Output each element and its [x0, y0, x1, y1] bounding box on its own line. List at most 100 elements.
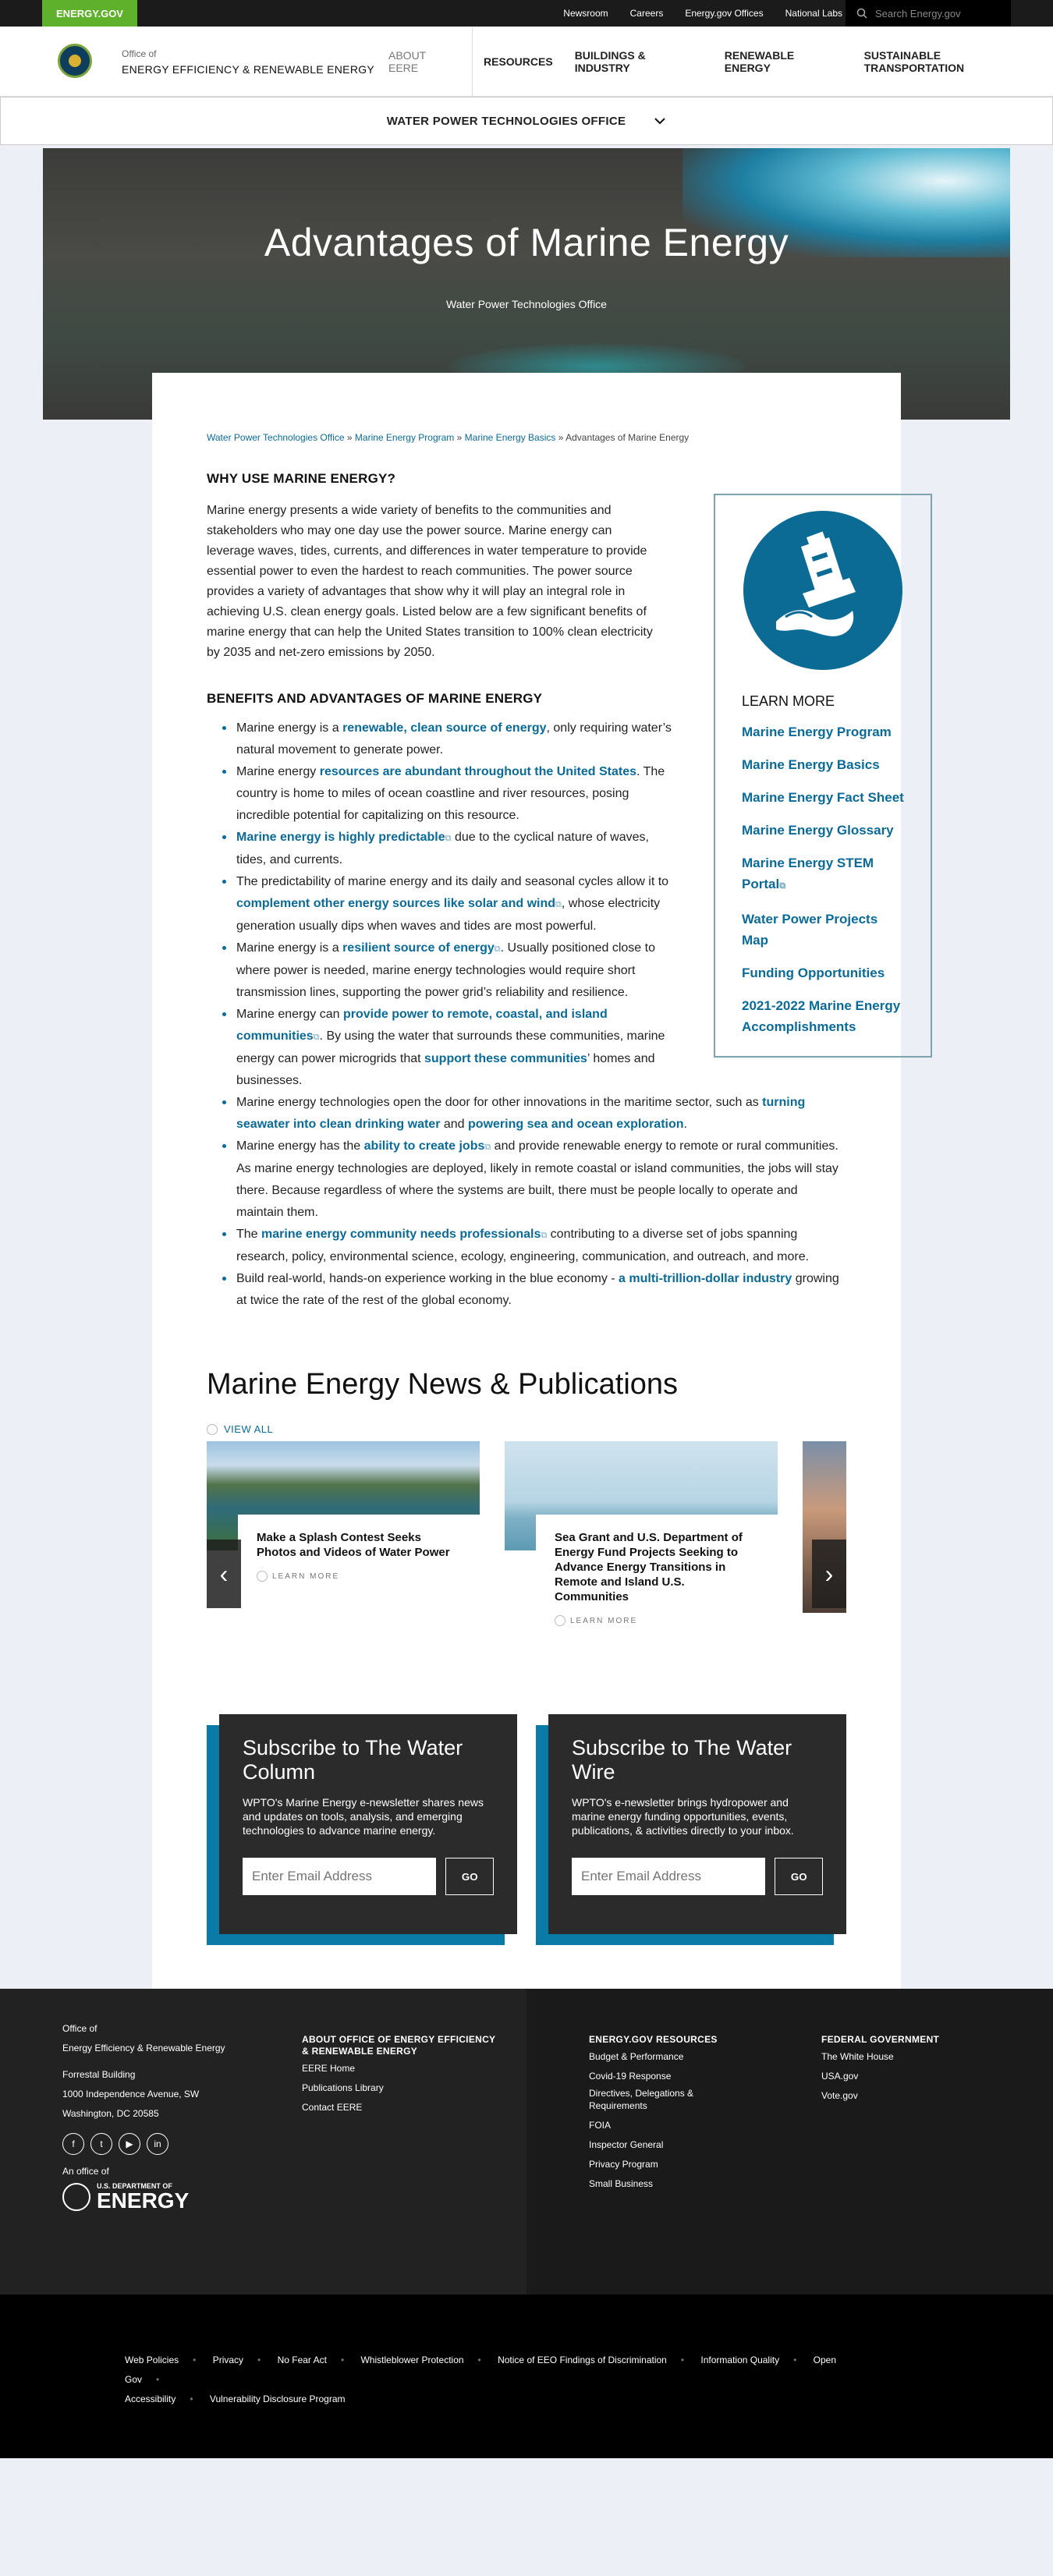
news-card[interactable]: Make a Splash Contest Seeks Photos and V…	[207, 1441, 480, 1589]
footer-link[interactable]: Covid-19 Response	[589, 2068, 745, 2085]
benefit-link[interactable]: renewable, clean source of energy	[342, 721, 546, 735]
twitter-icon[interactable]: t	[90, 2133, 112, 2155]
list-item: Build real-world, hands-on experience wo…	[207, 1268, 846, 1312]
footer-link[interactable]: Vote.gov	[821, 2087, 977, 2104]
benefit-link[interactable]: powering sea and ocean exploration	[468, 1118, 684, 1131]
news-card[interactable]: Sea Grant and U.S. Department of Energy …	[505, 1441, 778, 1634]
footer-office-name[interactable]: Energy Efficiency & Renewable Energy	[62, 2039, 281, 2057]
buoy-icon	[743, 511, 902, 670]
utility-links: Newsroom Careers Energy.gov Offices Nati…	[563, 0, 842, 27]
news-card-title: Sea Grant and U.S. Department of Energy …	[555, 1531, 743, 1603]
external-link-icon: ⧉	[494, 944, 501, 954]
legal-link[interactable]: Vulnerability Disclosure Program	[210, 2394, 346, 2404]
youtube-icon[interactable]: ▶	[119, 2133, 140, 2155]
view-all-label: VIEW ALL	[224, 1423, 274, 1435]
carousel-prev-button[interactable]: ‹	[207, 1540, 241, 1608]
legal-link[interactable]: No Fear Act	[278, 2355, 327, 2365]
learn-more-heading: LEARN MORE	[742, 693, 835, 709]
labs-link[interactable]: National Labs	[785, 8, 842, 19]
learn-link-stem-portal[interactable]: Marine Energy STEM Portal⧉	[742, 852, 904, 897]
benefit-link[interactable]: complement other energy sources like sol…	[236, 897, 555, 910]
legal-link[interactable]: Accessibility	[125, 2394, 176, 2404]
legal-link[interactable]: Notice of EEO Findings of Discrimination	[498, 2355, 667, 2365]
site-footer: Office of Energy Efficiency & Renewable …	[0, 1989, 1053, 2294]
office-subnav-toggle[interactable]: WATER POWER TECHNOLOGIES OFFICE	[0, 97, 1053, 145]
why-paragraph: Marine energy presents a wide variety of…	[207, 504, 653, 659]
linkedin-icon[interactable]: in	[147, 2133, 168, 2155]
breadcrumb-link[interactable]: Marine Energy Basics	[465, 432, 556, 443]
footer-federal-column: FEDERAL GOVERNMENT The White House USA.g…	[821, 2034, 977, 2107]
nav-renewable-energy[interactable]: RENEWABLE ENERGY	[714, 49, 853, 74]
benefit-link[interactable]: ability to create jobs	[364, 1139, 485, 1153]
learn-more-link[interactable]: LEARN MORE	[257, 1571, 461, 1582]
news-carousel: Make a Splash Contest Seeks Photos and V…	[207, 1441, 846, 1675]
benefit-link[interactable]: a multi-trillion-dollar industry	[619, 1272, 792, 1285]
circle-icon	[257, 1571, 268, 1582]
footer-address-line: Washington, DC 20585	[62, 2108, 159, 2119]
learn-link-marine-energy-basics[interactable]: Marine Energy Basics	[742, 754, 904, 775]
subscribe-water-column: Subscribe to The Water Column WPTO's Mar…	[207, 1714, 517, 1945]
energy-gov-home-link[interactable]: ENERGY.GOV	[42, 0, 137, 27]
footer-link[interactable]: Publications Library	[302, 2079, 497, 2096]
learn-link-glossary[interactable]: Marine Energy Glossary	[742, 820, 904, 841]
subscribe-water-wire: Subscribe to The Water Wire WPTO's e-new…	[536, 1714, 846, 1945]
news-section: Marine Energy News & Publications VIEW A…	[207, 1368, 846, 1675]
benefit-link[interactable]: support these communities	[424, 1052, 587, 1065]
learn-link-projects-map[interactable]: Water Power Projects Map	[742, 909, 904, 951]
breadcrumb-link[interactable]: Marine Energy Program	[355, 432, 454, 443]
learn-link-funding[interactable]: Funding Opportunities	[742, 962, 904, 983]
nav-buildings-industry[interactable]: BUILDINGS & INDUSTRY	[564, 49, 714, 74]
legal-links: Web Policies • Privacy • No Fear Act • Whis…	[125, 2355, 837, 2404]
doe-footer-logo[interactable]: U.S. DEPARTMENT OF ENERGY	[62, 2182, 281, 2212]
footer-link[interactable]: The White House	[821, 2048, 977, 2065]
footer-link[interactable]: Small Business	[589, 2175, 745, 2192]
learn-link-accomplishments[interactable]: 2021-2022 Marine Energy Accomplishments	[742, 995, 904, 1037]
subscribe-go-button[interactable]: GO	[775, 1858, 823, 1895]
external-link-icon: ⧉	[555, 900, 562, 909]
nav-about-eere[interactable]: ABOUT EERE	[374, 27, 473, 97]
legal-link[interactable]: Information Quality	[700, 2355, 779, 2365]
learn-more-link[interactable]: LEARN MORE	[555, 1615, 759, 1626]
footer-link[interactable]: Contact EERE	[302, 2099, 497, 2116]
footer-link[interactable]: EERE Home	[302, 2060, 497, 2077]
footer-link[interactable]: Inspector General	[589, 2136, 745, 2153]
news-card-body: Make a Splash Contest Seeks Photos and V…	[238, 1515, 480, 1589]
benefit-link[interactable]: marine energy community needs profession…	[261, 1228, 541, 1241]
carousel-next-button[interactable]: ›	[812, 1540, 846, 1608]
facebook-icon[interactable]: f	[62, 2133, 84, 2155]
list-item: Marine energy technologies open the door…	[207, 1092, 846, 1136]
subscribe-title: Subscribe to The Water Wire	[572, 1736, 792, 1784]
news-card-title: Make a Splash Contest Seeks Photos and V…	[257, 1531, 450, 1559]
breadcrumb-link[interactable]: Water Power Technologies Office	[207, 432, 345, 443]
benefit-link[interactable]: resilient source of energy	[342, 941, 495, 955]
view-all-link[interactable]: VIEW ALL	[207, 1423, 846, 1435]
legal-link[interactable]: Privacy	[213, 2355, 243, 2365]
site-search[interactable]: Search Energy.gov	[846, 0, 1011, 27]
nav-resources[interactable]: RESOURCES	[473, 55, 564, 68]
learn-link-marine-energy-program[interactable]: Marine Energy Program	[742, 721, 904, 742]
email-field[interactable]	[572, 1858, 766, 1895]
list-item: Marine energy is a renewable, clean sour…	[207, 718, 675, 761]
legal-link[interactable]: Web Policies	[125, 2355, 179, 2365]
footer-link[interactable]: Budget & Performance	[589, 2048, 745, 2065]
footer-column-heading: FEDERAL GOVERNMENT	[821, 2034, 940, 2045]
learn-link-fact-sheet[interactable]: Marine Energy Fact Sheet	[742, 787, 904, 808]
subscribe-go-button[interactable]: GO	[445, 1858, 494, 1895]
circle-icon	[555, 1615, 566, 1626]
legal-link[interactable]: Whistleblower Protection	[360, 2355, 463, 2365]
email-field[interactable]	[243, 1858, 437, 1895]
footer-link[interactable]: Privacy Program	[589, 2156, 745, 2173]
footer-link[interactable]: USA.gov	[821, 2068, 977, 2085]
footer-link[interactable]: FOIA	[589, 2117, 745, 2134]
newsroom-link[interactable]: Newsroom	[563, 8, 608, 19]
list-item: Marine energy has the ability to create …	[207, 1136, 846, 1224]
office-name-link[interactable]: ENERGY EFFICIENCY & RENEWABLE ENERGY	[122, 63, 374, 76]
page-subtitle: Water Power Technologies Office	[446, 298, 607, 310]
doe-seal-logo[interactable]	[58, 44, 92, 78]
footer-link[interactable]: Directives, Delegations & Requirements	[589, 2087, 745, 2112]
benefit-link[interactable]: resources are abundant throughout the Un…	[320, 765, 636, 778]
careers-link[interactable]: Careers	[630, 8, 664, 19]
benefit-link[interactable]: Marine energy is highly predictable	[236, 831, 445, 844]
offices-link[interactable]: Energy.gov Offices	[685, 8, 763, 19]
nav-sustainable-transportation[interactable]: SUSTAINABLE TRANSPORTATION	[853, 49, 1053, 74]
